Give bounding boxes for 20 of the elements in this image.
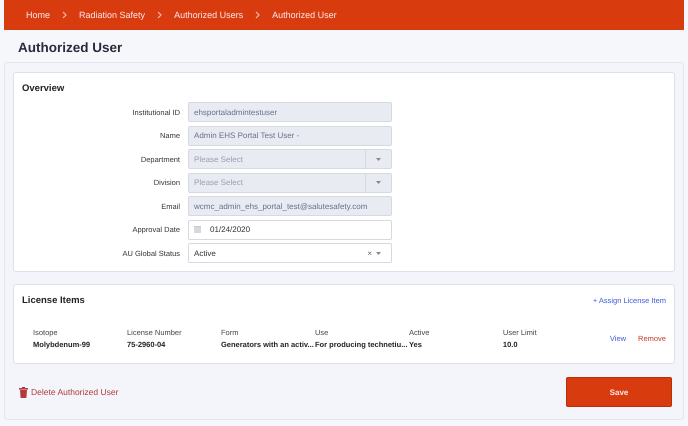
card-title: License Items <box>22 295 85 306</box>
chevron-icon <box>255 11 260 19</box>
breadcrumb-link[interactable]: Radiation Safety <box>79 10 146 20</box>
card-title: Overview <box>22 83 66 94</box>
caret-icon <box>376 181 381 184</box>
chevron-icon <box>62 11 68 19</box>
chevron-icon <box>157 11 162 19</box>
date-field[interactable]: 01/24/2020 <box>188 220 392 240</box>
caret-icon <box>376 158 381 160</box>
trash-icon <box>19 386 28 398</box>
page-title: Authorized User <box>18 40 124 55</box>
caret-icon <box>376 252 381 254</box>
clear-icon[interactable]: × <box>367 248 372 258</box>
delete-link[interactable]: Delete Authorized User <box>19 386 118 398</box>
calendar-icon <box>194 226 201 233</box>
breadcrumb-link[interactable]: Authorized User <box>272 10 337 20</box>
breadcrumb-link[interactable]: Home <box>26 10 50 20</box>
save-button[interactable]: Save <box>566 377 672 407</box>
select-field[interactable]: Active × <box>188 243 392 263</box>
breadcrumb-link[interactable]: Authorized Users <box>174 10 244 20</box>
